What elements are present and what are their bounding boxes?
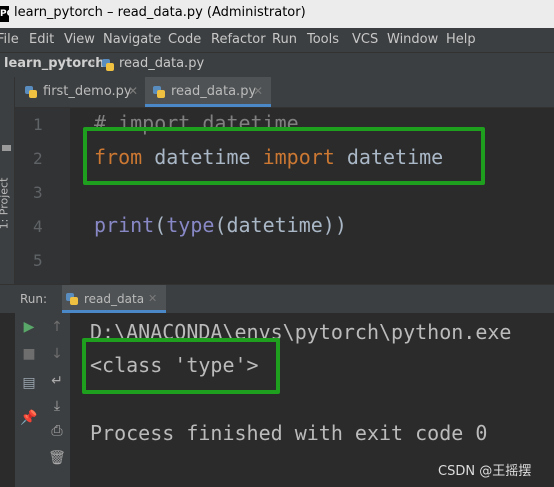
line-number-gutter: 1 2 3 4 5 [15,108,70,284]
call-args: (datetime)) [214,213,347,237]
project-tool-tab[interactable]: 1: Project [0,178,10,230]
line-number: 1 [33,115,43,134]
menu-help[interactable]: Help [446,32,476,47]
pin-icon[interactable]: 📌 [19,410,39,426]
left-tool-strip: 1: Project [0,77,15,284]
menu-view[interactable]: View [64,32,95,47]
menu-vcs[interactable]: VCS [352,32,378,47]
menu-refactor[interactable]: Refactor [211,32,266,47]
navigation-bar: learn_pytorch › read_data.py [0,52,554,77]
tab-first-demo[interactable]: first_demo.py ✕ [15,77,143,107]
run-toolbar-primary: ▶ ■ ▤ 📌 [15,313,42,487]
python-file-icon [153,86,165,98]
run-tab-label: read_data [84,292,145,306]
editor-tab-bar: first_demo.py ✕ read_data.py ✕ [15,77,554,108]
run-panel-header: Run: read_data ✕ [0,284,554,313]
menu-bar: File Edit View Navigate Code Refactor Ru… [0,28,554,52]
pycharm-app-icon: PC [0,6,9,22]
menu-run[interactable]: Run [272,32,297,47]
watermark: CSDN @王摇摆 [438,464,532,479]
builtin-type: type [166,213,215,237]
trash-icon[interactable]: 🗑 [47,450,67,466]
rerun-play-icon[interactable]: ▶ [19,319,39,335]
window-title: learn_pytorch – read_data.py (Administra… [14,5,306,20]
console-line-exit: Process finished with exit code 0 [90,421,488,445]
paren: ( [154,213,167,237]
close-icon[interactable]: ✕ [128,84,138,98]
line-number: 3 [33,183,43,202]
line-number: 2 [33,149,43,168]
menu-navigate[interactable]: Navigate [103,32,161,47]
python-file-icon [102,59,114,71]
down-arrow-icon[interactable]: ↓ [47,346,67,362]
layout-icon[interactable]: ▤ [19,375,39,391]
tab-read-data[interactable]: read_data.py ✕ [145,77,271,107]
close-icon[interactable]: ✕ [253,84,263,98]
run-toolbar-secondary: ↑ ↓ ↵ ⤓ ⎙ 🗑 [42,313,71,487]
stop-icon[interactable]: ■ [19,346,39,362]
highlight-box-import [83,127,485,185]
breadcrumb-chevron-icon: › [90,55,96,71]
code-editor[interactable]: # import datetime from datetime import d… [70,108,554,284]
tab-label: first_demo.py [43,84,132,99]
up-arrow-icon[interactable]: ↑ [47,319,67,335]
folder-icon [2,145,11,151]
menu-file[interactable]: File [0,32,19,47]
line-number: 5 [33,251,43,270]
menu-window[interactable]: Window [387,32,438,47]
title-bar: PC learn_pytorch – read_data.py (Adminis… [0,0,554,28]
breadcrumb-file[interactable]: read_data.py [119,56,204,71]
soft-wrap-icon[interactable]: ↵ [47,373,67,389]
scroll-to-end-icon[interactable]: ⤓ [47,398,67,414]
run-tab-read-data[interactable]: read_data ✕ [62,285,166,313]
menu-edit[interactable]: Edit [29,32,54,47]
run-label: Run: [20,292,48,306]
python-file-icon [66,293,78,305]
highlight-box-output [82,338,280,394]
tab-label: read_data.py [171,84,257,99]
python-file-icon [25,86,37,98]
line-number: 4 [33,217,43,236]
close-icon[interactable]: ✕ [148,292,157,305]
print-icon[interactable]: ⎙ [47,423,67,439]
menu-code[interactable]: Code [168,32,201,47]
menu-tools[interactable]: Tools [307,32,339,47]
code-line-4: print(type(datetime)) [94,213,347,237]
builtin-print: print [94,213,155,237]
